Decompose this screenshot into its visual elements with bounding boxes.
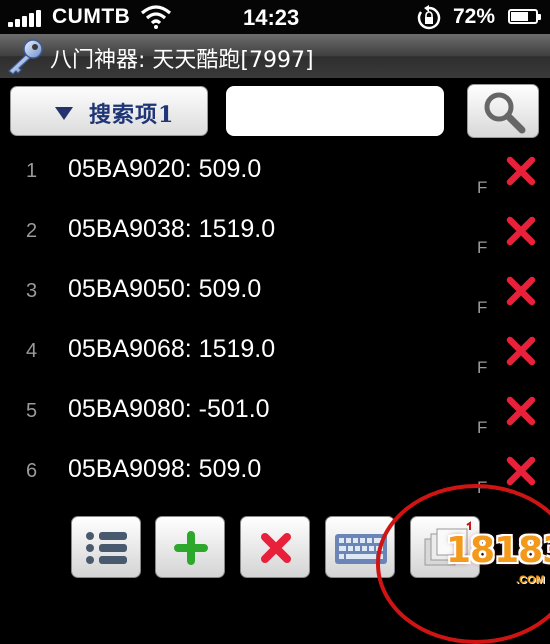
row-flag: F — [477, 178, 488, 197]
row-address-value[interactable]: 05BA9098: 509.0 — [68, 455, 261, 484]
delete-x-icon[interactable] — [505, 215, 537, 247]
row-address-value[interactable]: 05BA9080: -501.0 — [68, 395, 270, 424]
row-index: 4 — [26, 340, 38, 362]
clock: 14:23 — [243, 5, 300, 30]
list-button[interactable] — [71, 516, 141, 578]
search-item-dropdown[interactable]: 搜索项1 — [10, 86, 208, 136]
watermark-suffix: .COM — [516, 574, 545, 586]
list-item[interactable]: 4 05BA9068: 1519.0 F — [0, 322, 550, 383]
delete-x-icon[interactable] — [505, 455, 537, 487]
row-flag: F — [477, 418, 488, 437]
row-address-value[interactable]: 05BA9038: 1519.0 — [68, 215, 275, 244]
search-input[interactable] — [226, 86, 444, 136]
signal-icon — [8, 9, 46, 27]
row-index: 3 — [26, 280, 38, 302]
row-address-value[interactable]: 05BA9068: 1519.0 — [68, 335, 275, 364]
magnifier-icon — [484, 92, 526, 134]
list-icon — [86, 532, 127, 564]
delete-all-button[interactable] — [240, 516, 310, 578]
result-list: 1 05BA9020: 509.0 F 2 05BA9038: 1519.0 F… — [0, 142, 550, 503]
status-bar: CUMTB 14:23 72% — [0, 0, 550, 34]
battery-icon — [508, 9, 541, 24]
add-icon — [174, 531, 208, 565]
list-item[interactable]: 5 05BA9080: -501.0 F — [0, 382, 550, 443]
row-index: 2 — [26, 220, 38, 242]
row-flag: F — [477, 298, 488, 317]
row-index: 6 — [26, 460, 38, 482]
title-bar: 八门神器: 天天酷跑[7997] — [0, 34, 550, 79]
row-flag: F — [477, 358, 488, 377]
wifi-icon — [140, 5, 172, 29]
row-address-value[interactable]: 05BA9020: 509.0 — [68, 155, 261, 184]
delete-icon — [261, 533, 291, 563]
triangle-down-icon — [55, 107, 73, 120]
watermark-logo: 18183 .COM — [438, 520, 550, 590]
add-button[interactable] — [155, 516, 225, 578]
delete-x-icon[interactable] — [505, 335, 537, 367]
key-icon — [8, 39, 43, 75]
row-address-value[interactable]: 05BA9050: 509.0 — [68, 275, 261, 304]
row-flag: F — [477, 238, 488, 257]
delete-x-icon[interactable] — [505, 155, 537, 187]
list-item[interactable]: 3 05BA9050: 509.0 F — [0, 262, 550, 323]
dropdown-label: 搜索项1 — [89, 102, 175, 128]
rotation-lock-icon — [417, 5, 441, 30]
app-title: 八门神器: 天天酷跑[7997] — [50, 48, 314, 73]
row-index: 5 — [26, 400, 38, 422]
carrier-name: CUMTB — [52, 5, 131, 28]
battery-percent: 72% — [453, 5, 496, 28]
delete-x-icon[interactable] — [505, 275, 537, 307]
search-toolbar: 搜索项1 — [0, 78, 550, 142]
search-button[interactable] — [467, 84, 539, 138]
list-item[interactable]: 1 05BA9020: 509.0 F — [0, 142, 550, 203]
list-item[interactable]: 2 05BA9038: 1519.0 F — [0, 202, 550, 263]
delete-x-icon[interactable] — [505, 395, 537, 427]
row-index: 1 — [26, 160, 38, 182]
watermark-text: 18183 — [446, 530, 550, 571]
